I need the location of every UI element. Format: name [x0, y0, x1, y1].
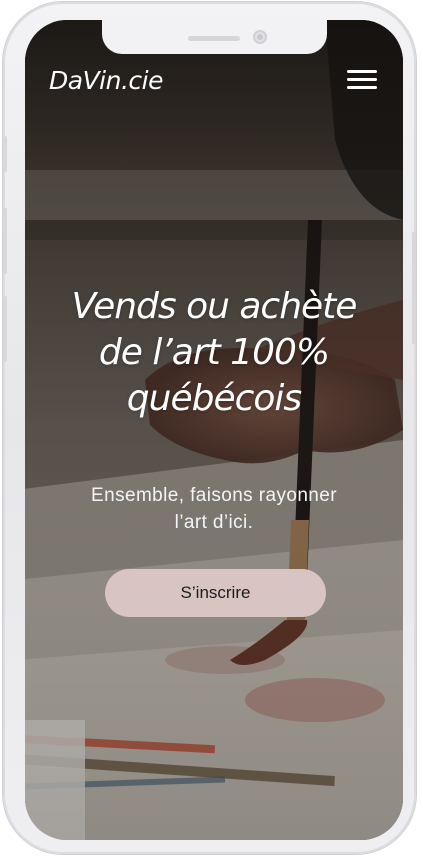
hero-headline: Vends ou achète de l’art 100% québécois: [39, 284, 389, 422]
hamburger-menu-icon[interactable]: [347, 70, 379, 92]
signup-button[interactable]: S’inscrire: [105, 569, 326, 617]
headline-line: de l’art 100%: [98, 332, 330, 373]
power-button: [412, 232, 416, 344]
volume-up-button: [3, 208, 7, 274]
headline-line: québécois: [126, 378, 302, 419]
phone-notch: [102, 20, 327, 54]
hero-background-image: [25, 20, 403, 840]
menu-bar: [347, 78, 377, 81]
subtitle-line: Ensemble, faisons rayonner: [91, 485, 337, 506]
subtitle-line: l’art d’ici.: [174, 512, 254, 533]
speaker-grille: [188, 36, 240, 41]
volume-down-button: [3, 296, 7, 362]
silent-switch: [3, 136, 7, 172]
brand-logo[interactable]: DaVin.cie: [49, 66, 163, 95]
hero-subtitle: Ensemble, faisons rayonner l’art d’ici.: [55, 482, 373, 536]
headline-line: Vends ou achète: [71, 286, 358, 327]
phone-frame: DaVin.cie Vends ou achète de l’art 100% …: [3, 2, 416, 854]
phone-screen: DaVin.cie Vends ou achète de l’art 100% …: [25, 20, 403, 840]
front-camera-icon: [253, 30, 267, 44]
menu-bar: [347, 70, 377, 73]
menu-bar: [347, 86, 377, 89]
